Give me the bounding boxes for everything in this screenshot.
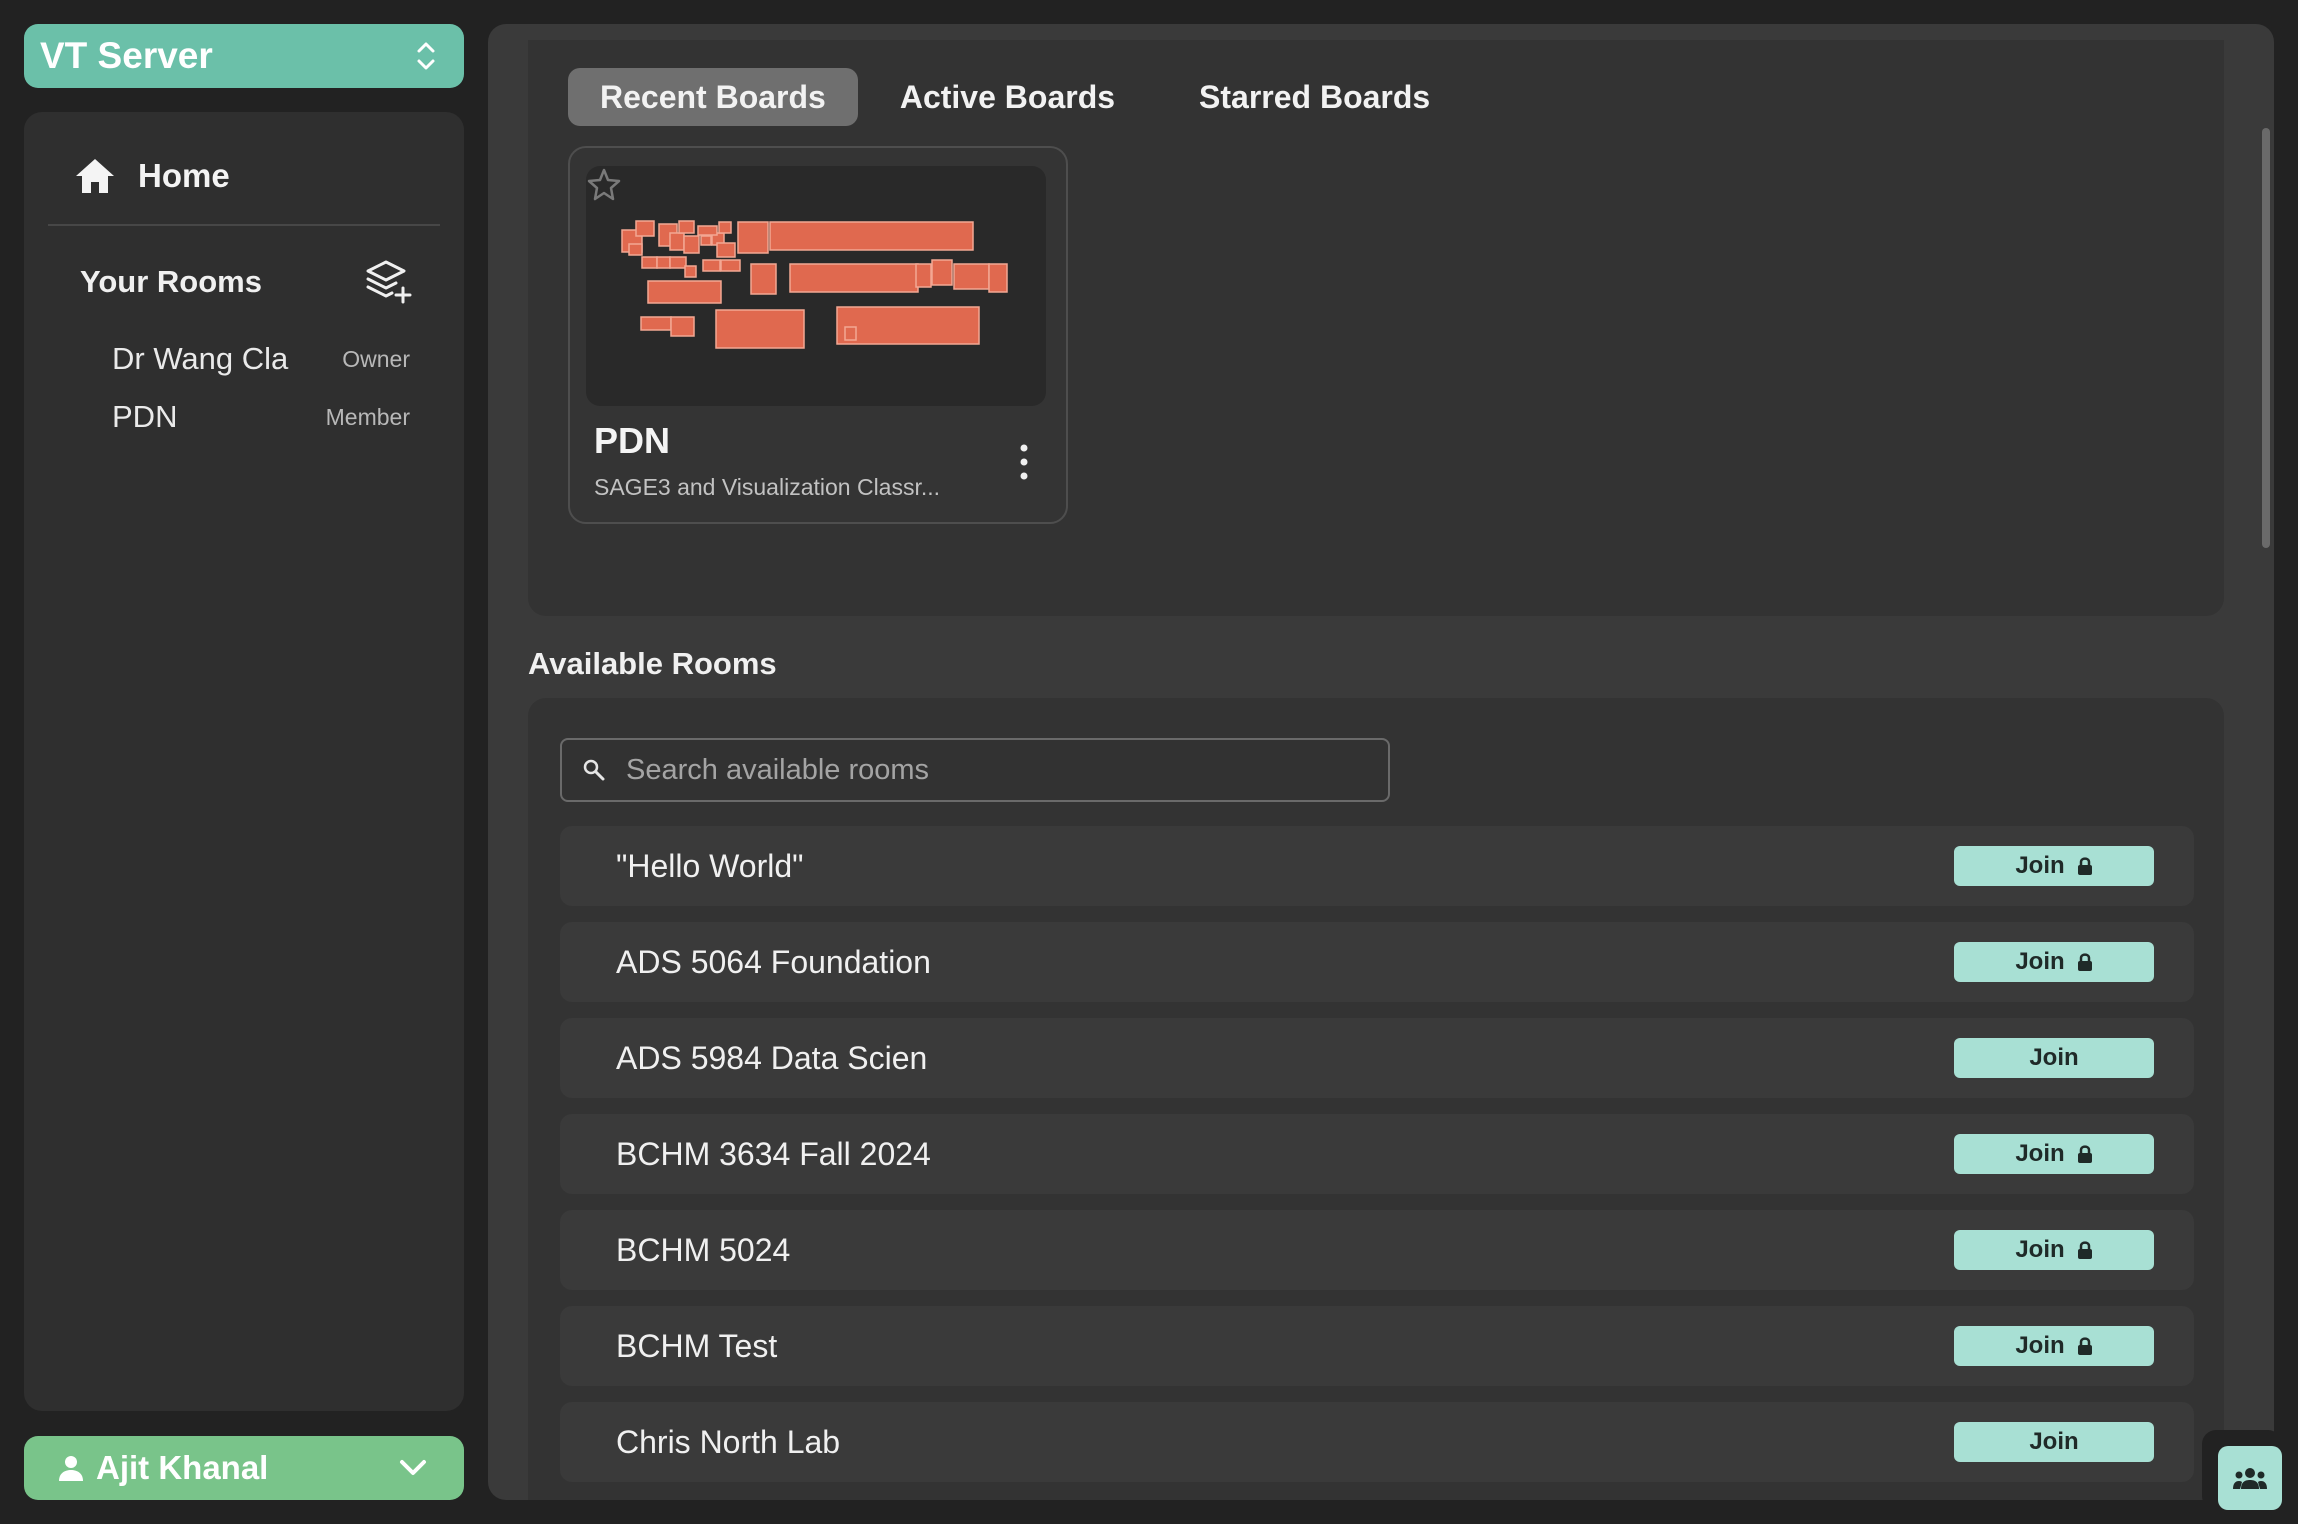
sidebar-room-pdn[interactable]: PDN Member (112, 392, 410, 442)
board-tabs: Recent Boards Active Boards Starred Boar… (568, 68, 1460, 126)
lock-icon (2077, 953, 2092, 971)
room-role: Member (325, 403, 410, 430)
your-rooms-title: Your Rooms (80, 264, 262, 299)
join-label: Join (2015, 1332, 2065, 1359)
room-row[interactable]: ADS 5984 Data Scien Join (560, 1018, 2194, 1098)
server-name: VT Server (40, 35, 213, 76)
room-name: Dr Wang Cla (112, 341, 289, 376)
chevron-down-icon (400, 1460, 426, 1475)
join-label: Join (2015, 852, 2065, 879)
room-row[interactable]: BCHM 5024 Join (560, 1210, 2194, 1290)
home-link[interactable]: Home (74, 146, 230, 206)
lock-icon (2077, 857, 2092, 875)
star-icon[interactable] (586, 166, 622, 202)
room-name: ADS 5064 Foundation (616, 943, 931, 980)
join-label: Join (2015, 1140, 2065, 1167)
board-name: PDN (594, 420, 671, 461)
your-rooms-header: Your Rooms (80, 252, 412, 312)
main-panel: Recent Boards Active Boards Starred Boar… (488, 24, 2274, 1500)
user-menu-button[interactable]: Ajit Khanal (24, 1436, 464, 1500)
room-row[interactable]: BCHM Test Join (560, 1306, 2194, 1386)
lock-icon (2077, 1337, 2092, 1355)
chevron-up-down-icon (417, 42, 435, 70)
room-name: BCHM Test (616, 1327, 778, 1364)
sidebar-room-dr-wang[interactable]: Dr Wang Cla Owner (112, 334, 410, 384)
room-row[interactable]: BCHM 3634 Fall 2024 Join (560, 1114, 2194, 1194)
board-card[interactable]: PDN SAGE3 and Visualization Classr... (568, 146, 1068, 524)
home-label: Home (138, 157, 230, 194)
join-button[interactable]: Join (1954, 1230, 2154, 1270)
join-button[interactable]: Join (1954, 846, 2154, 886)
room-row[interactable]: "Hello World" Join (560, 826, 2194, 906)
join-button[interactable]: Join (1954, 1326, 2154, 1366)
board-thumbnail (586, 166, 1046, 406)
search-box (560, 738, 1390, 802)
available-rooms-panel: "Hello World" Join ADS 5064 Foundation J… (528, 698, 2224, 1500)
lock-icon (2077, 1145, 2092, 1163)
join-label: Join (2015, 1236, 2065, 1263)
kebab-menu-icon[interactable] (1018, 442, 1030, 482)
join-button[interactable]: Join (1954, 1422, 2154, 1462)
room-name: BCHM 5024 (616, 1231, 791, 1268)
join-button[interactable]: Join (1954, 1038, 2154, 1078)
room-name: Chris North Lab (616, 1423, 841, 1460)
people-icon (2233, 1468, 2267, 1489)
user-name: Ajit Khanal (96, 1449, 269, 1486)
person-icon (59, 1456, 83, 1481)
room-row[interactable]: ADS 5064 Foundation Join (560, 922, 2194, 1002)
join-label: Join (2029, 1044, 2079, 1071)
room-row[interactable]: Chris North Lab Join (560, 1402, 2194, 1482)
room-role: Owner (342, 345, 410, 372)
join-label: Join (2015, 948, 2065, 975)
scrollbar[interactable] (2262, 128, 2270, 548)
tab-recent-boards[interactable]: Recent Boards (568, 68, 858, 126)
board-description: SAGE3 and Visualization Classr... (594, 474, 941, 500)
sidebar: Home Your Rooms Dr Wang Cla Owner PDN Me… (24, 112, 464, 1411)
lock-icon (2077, 1241, 2092, 1259)
search-icon (583, 759, 605, 781)
board-thumbnail-preview (621, 220, 1008, 349)
boards-panel: Recent Boards Active Boards Starred Boar… (528, 40, 2224, 616)
join-label: Join (2029, 1428, 2079, 1455)
sidebar-divider (48, 224, 440, 226)
room-name: PDN (112, 399, 178, 434)
home-icon (76, 159, 114, 193)
search-rooms-input[interactable] (626, 753, 1368, 787)
tab-active-boards[interactable]: Active Boards (870, 68, 1145, 126)
available-rooms-title: Available Rooms (528, 646, 777, 681)
server-selector-button[interactable]: VT Server (24, 24, 464, 88)
room-name: BCHM 3634 Fall 2024 (616, 1135, 931, 1172)
join-button[interactable]: Join (1954, 942, 2154, 982)
people-button-container (2202, 1430, 2282, 1510)
people-button[interactable] (2218, 1446, 2282, 1510)
layers-plus-icon[interactable] (366, 258, 412, 306)
tab-starred-boards[interactable]: Starred Boards (1169, 68, 1460, 126)
room-name: "Hello World" (616, 847, 804, 884)
join-button[interactable]: Join (1954, 1134, 2154, 1174)
room-name: ADS 5984 Data Scien (616, 1039, 928, 1076)
